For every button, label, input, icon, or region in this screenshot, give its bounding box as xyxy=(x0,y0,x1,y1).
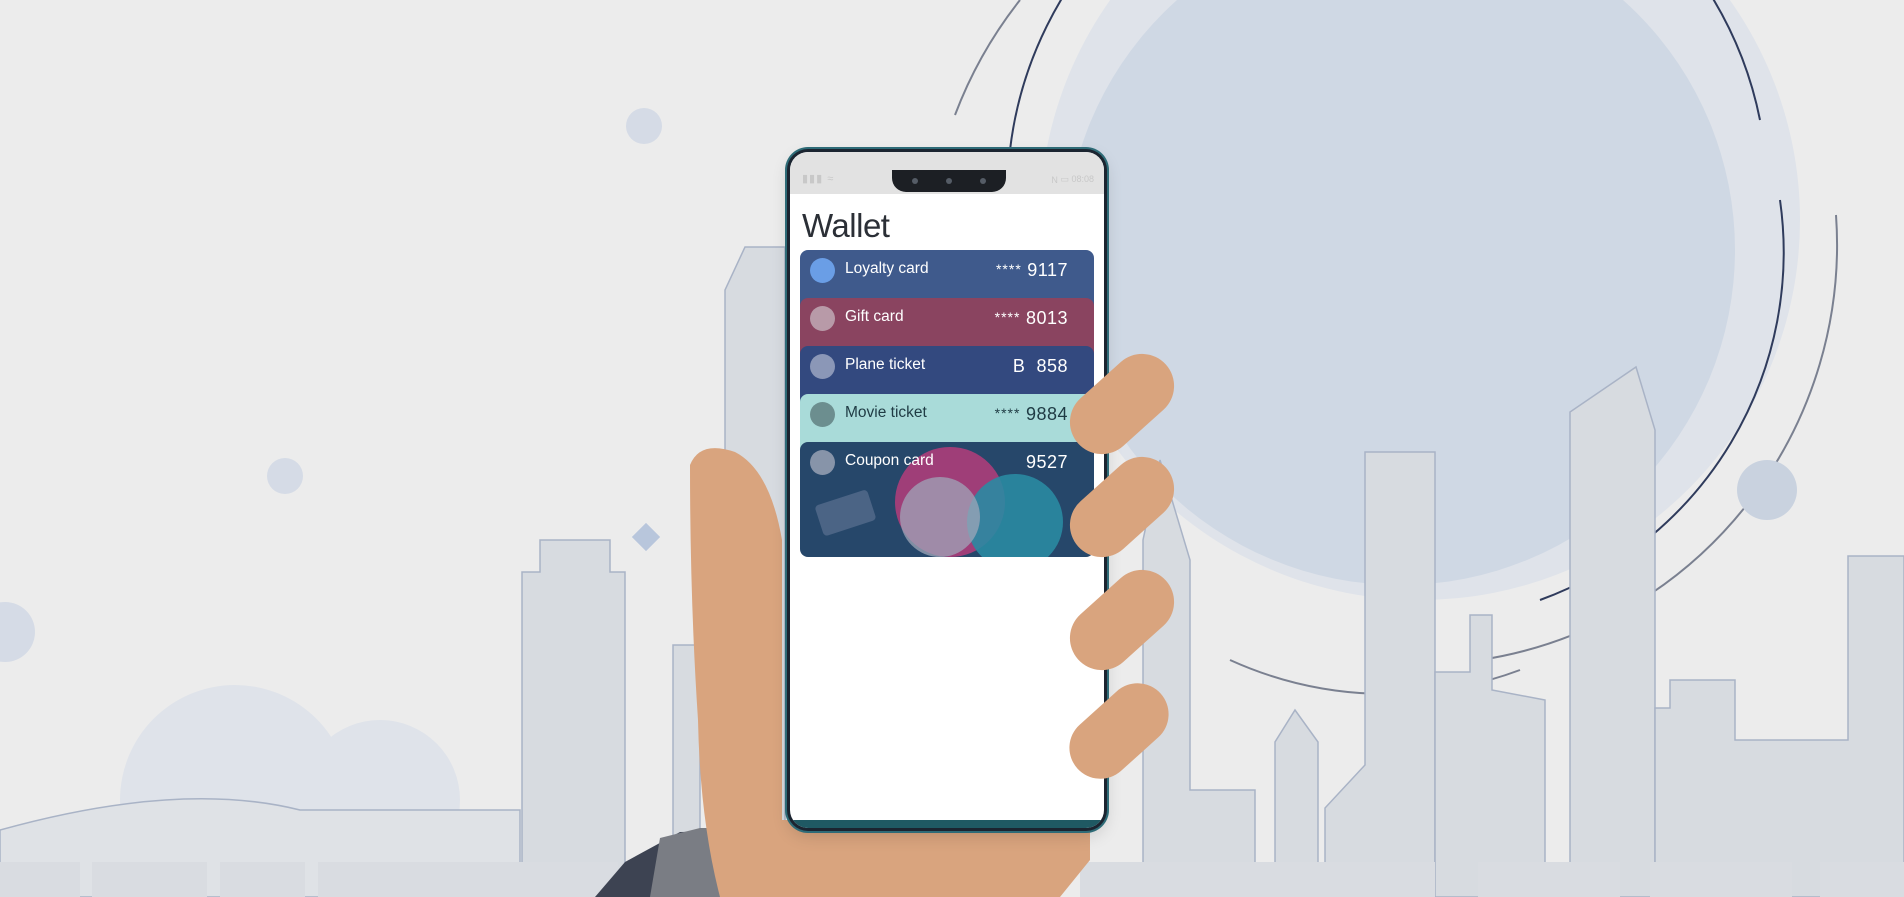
card-name: Coupon card xyxy=(845,452,934,469)
card-number: 9527 xyxy=(1025,452,1068,472)
card-logo-dot xyxy=(810,450,835,475)
phone-bottom-bezel xyxy=(790,820,1104,828)
status-time: 08:08 xyxy=(1071,174,1094,184)
camera-notch xyxy=(892,170,1006,192)
card-name: Movie ticket xyxy=(845,404,927,421)
status-right: N ▭ 08:08 xyxy=(1051,174,1094,185)
street-block xyxy=(0,862,80,897)
building xyxy=(1434,614,1546,897)
street-block xyxy=(1080,862,1435,897)
card-number: B 858 xyxy=(1012,356,1068,376)
card-number: **** 8013 xyxy=(994,308,1068,328)
card-logo-dot xyxy=(810,306,835,331)
card-number: **** 9117 xyxy=(995,260,1068,280)
nfc-icon: N xyxy=(1051,174,1058,185)
building xyxy=(521,539,626,897)
floating-dot xyxy=(0,602,35,662)
status-left: ▮▮▮ ≈ xyxy=(802,172,835,186)
street-block xyxy=(92,862,207,897)
card-name: Loyalty card xyxy=(845,260,929,277)
card-number: **** 9884 xyxy=(994,404,1068,424)
building xyxy=(1654,555,1904,897)
street-block xyxy=(1478,862,1620,897)
page-title: Wallet xyxy=(802,207,890,244)
street-block xyxy=(318,862,618,897)
card-name: Gift card xyxy=(845,308,904,325)
floating-diamond xyxy=(631,522,661,552)
battery-icon: ▭ xyxy=(1060,174,1069,185)
signal-icon: ▮▮▮ xyxy=(802,173,824,185)
building xyxy=(1569,365,1656,897)
floating-dot xyxy=(626,108,662,144)
floating-dot xyxy=(267,458,303,494)
street-block xyxy=(1820,862,1904,897)
card-logo-dot xyxy=(810,354,835,379)
wallet-card-coupon[interactable]: Coupon card 9527 xyxy=(800,442,1094,557)
card-logo-dot xyxy=(810,402,835,427)
phone: ▮▮▮ ≈ N ▭ 08:08 Wallet Loyalty card ****… xyxy=(790,152,1104,828)
card-name: Plane ticket xyxy=(845,356,926,373)
street-block xyxy=(220,862,305,897)
card-logo-dot xyxy=(810,258,835,283)
status-bar: ▮▮▮ ≈ N ▭ 08:08 xyxy=(790,152,1104,194)
orbit-ring-4 xyxy=(954,0,1021,116)
floating-dot xyxy=(1737,460,1797,520)
wifi-icon: ≈ xyxy=(827,172,835,185)
street-block xyxy=(1650,862,1792,897)
